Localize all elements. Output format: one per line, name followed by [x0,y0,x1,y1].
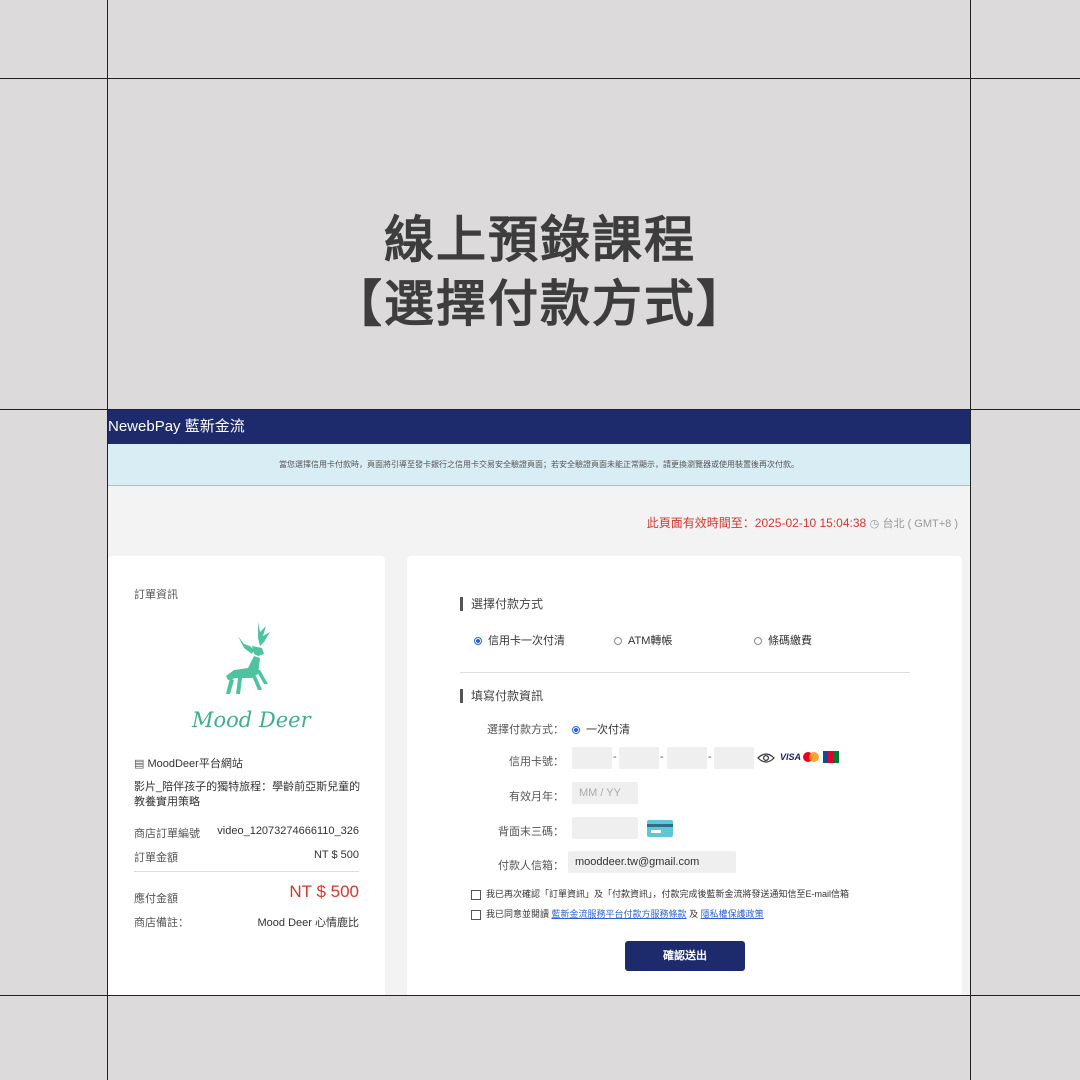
pay-type-value: 一次付清 [586,724,630,736]
logo-text: Mood Deer [192,708,311,732]
email-input[interactable]: mooddeer.tw@gmail.com [568,851,736,873]
agree-checkbox-row[interactable]: 我已同意並閱讀 藍新金流服務平台付款方服務條款 及 隱私權保護政策 [471,907,764,920]
card-number-input-4[interactable] [714,747,754,769]
email-label: 付款人信箱： [498,860,564,872]
confirm-checkbox-row[interactable]: 我已再次確認「訂單資訊」及「付款資訊」，付款完成後藍新金流將發送通知信至E-ma… [471,887,849,900]
payable-amount: NT $ 500 [289,882,359,901]
method-credit-card-label: 信用卡一次付清 [488,635,565,647]
product-name: 影片_陪伴孩子的獨特旅程：學齡前亞斯兒童的教養實用策略 [134,781,361,808]
eye-icon[interactable] [757,752,775,764]
visa-icon: VISA [780,752,802,762]
confirm-text: 我已再次確認「訂單資訊」及「付款資訊」，付款完成後藍新金流將發送通知信至E-ma… [486,889,850,899]
frame-line-bottom [0,995,1080,996]
card-number-input-2[interactable] [619,747,659,769]
method-credit-card[interactable]: 信用卡一次付清 [474,632,565,648]
expiry-label: 有效月年： [509,791,564,803]
order-no-value: video_12073274666110_326 [217,825,359,837]
jcb-icon [823,751,839,763]
terms-link[interactable]: 藍新金流服務平台付款方服務條款 [552,909,687,919]
section-divider [460,672,910,673]
card-number-label: 信用卡號： [509,756,564,768]
method-barcode-label: 條碼繳費 [768,635,812,647]
expiry-input[interactable]: MM / YY [572,782,638,804]
store-icon: ▤ [134,758,145,770]
slide-title: 線上預錄課程 【選擇付款方式】 [0,208,1080,336]
agree-prefix: 我已同意並閱讀 [486,909,550,919]
fill-info-heading: 填寫付款資訊 [460,689,543,703]
slide-title-line1: 線上預錄課程 [384,211,696,269]
order-no-label: 商店訂單編號 [134,828,200,840]
divider [134,871,359,872]
expiry-info: 此頁面有效時間至：2025-02-10 15:04:38 ◷ 台北 ( GMT+… [647,514,958,531]
radio-unchecked-icon[interactable] [754,637,762,646]
timezone-text: 台北 ( GMT+8 ) [882,518,958,530]
agree-checkbox[interactable] [471,909,481,920]
order-info-card: 訂單資訊 Mood Deer ▤ MoodDeer平台網站 影片_陪伴孩子的獨特… [108,556,385,995]
expiry-text: 此頁面有效時間至：2025-02-10 15:04:38 [646,516,867,530]
clock-icon: ◷ [869,518,880,530]
card-number-input-1[interactable] [572,747,612,769]
card-back-icon [647,820,673,837]
payment-page-screenshot: NewebPay 藍新金流 當您選擇信用卡付款時，頁面將引導至發卡銀行之信用卡交… [108,410,970,995]
note-label: 商店備註： [134,917,189,929]
pay-type-option[interactable]: 一次付清 [572,721,630,737]
shop-name-text: MoodDeer平台網站 [147,758,243,770]
mastercard-icon [803,752,819,762]
radio-unchecked-icon[interactable] [614,637,622,646]
cvv-input[interactable] [572,817,638,839]
card-number-input-3[interactable] [667,747,707,769]
dash-sep: - [708,751,712,763]
radio-checked-icon[interactable] [474,637,482,646]
frame-line-right [970,0,971,1080]
pay-type-label: 選擇付款方式： [487,724,564,736]
order-info-heading: 訂單資訊 [134,589,178,601]
shop-name: ▤ MoodDeer平台網站 [134,755,243,771]
dash-sep: - [613,751,617,763]
cvv-label: 背面末三碼： [498,826,564,838]
dash-sep: - [660,751,664,763]
privacy-link[interactable]: 隱私權保護政策 [701,909,764,919]
order-amount-label: 訂單金額 [134,852,178,864]
method-barcode[interactable]: 條碼繳費 [754,632,812,648]
notice-banner: 當您選擇信用卡付款時，頁面將引導至發卡銀行之信用卡交易安全驗證頁面；若安全驗證頁… [108,444,970,486]
radio-checked-icon[interactable] [572,726,580,735]
slide-title-line2: 【選擇付款方式】 [332,275,748,333]
submit-button[interactable]: 確認送出 [625,941,745,971]
deer-logo-icon [226,622,270,694]
payment-card: 選擇付款方式 信用卡一次付清 ATM轉帳 條碼繳費 填寫付款資訊 選擇付款方式：… [407,556,962,995]
frame-line-top [0,78,1080,79]
agree-and: 及 [689,909,699,919]
confirm-checkbox[interactable] [471,889,481,900]
method-atm[interactable]: ATM轉帳 [614,632,672,648]
method-atm-label: ATM轉帳 [628,635,673,647]
brand-logo: NewebPay 藍新金流 [108,418,245,435]
payment-method-heading: 選擇付款方式 [460,597,543,611]
top-bar: NewebPay 藍新金流 [108,410,970,444]
order-amount-value: NT $ 500 [313,849,359,861]
note-value: Mood Deer 心情鹿比 [257,917,359,929]
payable-label: 應付金額 [134,893,178,905]
